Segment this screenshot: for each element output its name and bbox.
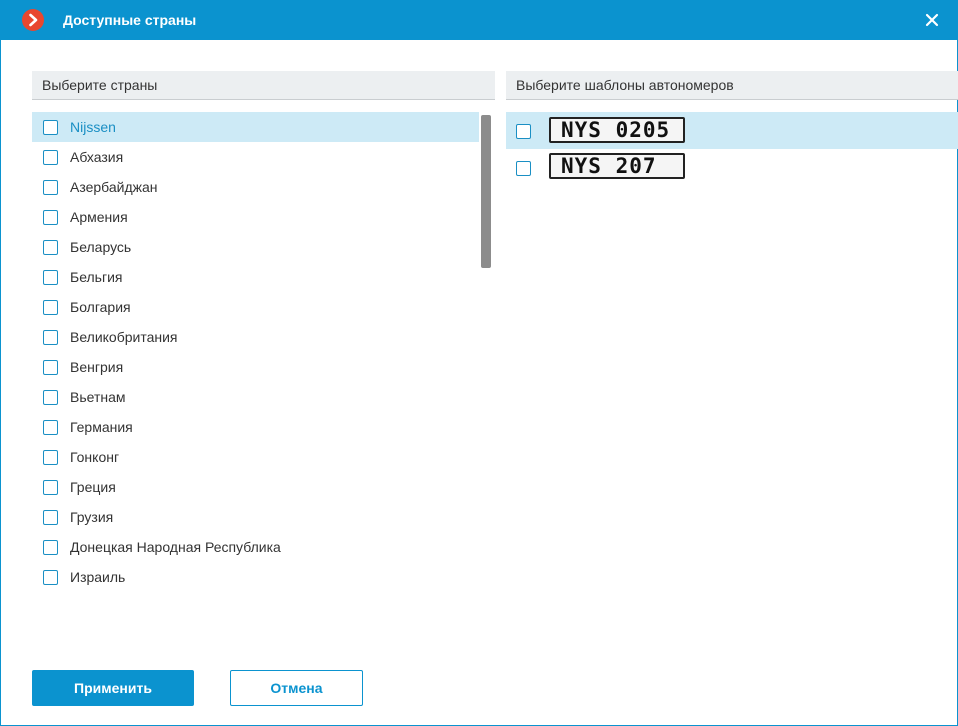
country-label: Болгария (70, 299, 131, 315)
country-checkbox[interactable] (43, 300, 58, 315)
country-label: Гонконг (70, 449, 120, 465)
country-list: Nijssen Абхазия Азербайджан Армения Беларусь… (32, 112, 479, 592)
country-checkbox[interactable] (43, 570, 58, 585)
country-row[interactable]: Германия (32, 412, 479, 442)
country-row[interactable]: Беларусь (32, 232, 479, 262)
country-checkbox[interactable] (43, 420, 58, 435)
country-row[interactable]: Донецкая Народная Республика (32, 532, 479, 562)
country-row[interactable]: Болгария (32, 292, 479, 322)
country-label: Nijssen (70, 119, 116, 135)
country-row[interactable]: Венгрия (32, 352, 479, 382)
country-label: Беларусь (70, 239, 132, 255)
country-checkbox[interactable] (43, 270, 58, 285)
country-checkbox[interactable] (43, 120, 58, 135)
country-label: Азербайджан (70, 179, 158, 195)
country-row[interactable]: Вьетнам (32, 382, 479, 412)
window-title: Доступные страны (63, 12, 197, 28)
apply-button[interactable]: Применить (32, 670, 194, 706)
country-row[interactable]: Грузия (32, 502, 479, 532)
country-checkbox[interactable] (43, 150, 58, 165)
country-checkbox[interactable] (43, 210, 58, 225)
country-row[interactable]: Абхазия (32, 142, 479, 172)
country-label: Абхазия (70, 149, 124, 165)
country-label: Грузия (70, 509, 114, 525)
country-row[interactable]: Армения (32, 202, 479, 232)
country-checkbox[interactable] (43, 480, 58, 495)
country-checkbox[interactable] (43, 510, 58, 525)
countries-header: Выберите страны (32, 71, 495, 100)
dialog-window: Доступные страны Выберите страны Выберит… (0, 0, 958, 726)
chevron-right-icon (22, 9, 44, 31)
country-label: Великобритания (70, 329, 178, 345)
plate-template-row[interactable]: NYS 0205 (506, 112, 958, 149)
country-checkbox[interactable] (43, 450, 58, 465)
country-label: Венгрия (70, 359, 124, 375)
country-label: Вьетнам (70, 389, 126, 405)
country-label: Донецкая Народная Республика (70, 539, 281, 555)
country-row[interactable]: Азербайджан (32, 172, 479, 202)
close-icon[interactable] (922, 10, 942, 30)
plate-template-row[interactable]: NYS 207 (506, 149, 958, 186)
country-row[interactable]: Nijssen (32, 112, 479, 142)
plate-templates-header: Выберите шаблоны автономеров (506, 71, 958, 100)
country-row[interactable]: Бельгия (32, 262, 479, 292)
country-checkbox[interactable] (43, 360, 58, 375)
country-label: Бельгия (70, 269, 123, 285)
country-label: Израиль (70, 569, 126, 585)
country-list-scrollbar[interactable] (481, 115, 491, 268)
country-label: Греция (70, 479, 116, 495)
country-checkbox[interactable] (43, 390, 58, 405)
plate-template-list: NYS 0205 NYS 207 (506, 112, 958, 186)
plate-checkbox[interactable] (516, 124, 531, 139)
license-plate-image: NYS 0205 (549, 117, 685, 143)
country-checkbox[interactable] (43, 180, 58, 195)
country-row[interactable]: Великобритания (32, 322, 479, 352)
country-label: Армения (70, 209, 128, 225)
license-plate-image: NYS 207 (549, 153, 685, 179)
country-checkbox[interactable] (43, 540, 58, 555)
country-row[interactable]: Греция (32, 472, 479, 502)
country-checkbox[interactable] (43, 240, 58, 255)
country-row[interactable]: Гонконг (32, 442, 479, 472)
cancel-button[interactable]: Отмена (230, 670, 363, 706)
country-row[interactable]: Израиль (32, 562, 479, 592)
title-bar[interactable]: Доступные страны (1, 1, 958, 40)
country-checkbox[interactable] (43, 330, 58, 345)
country-label: Германия (70, 419, 133, 435)
plate-checkbox[interactable] (516, 161, 531, 176)
